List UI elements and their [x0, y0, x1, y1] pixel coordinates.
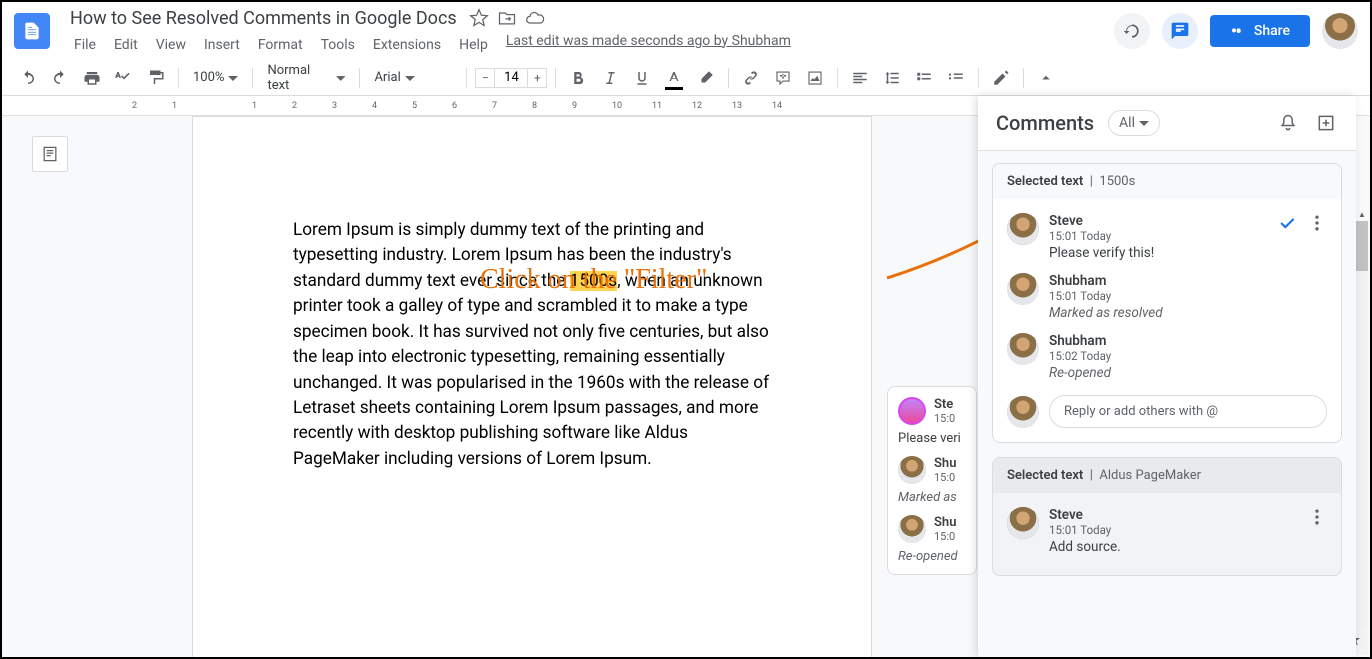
- insert-image-button[interactable]: [801, 64, 829, 92]
- comments-panel: Comments All Selected text | 1500sSteve1…: [978, 96, 1356, 657]
- menu-extensions[interactable]: Extensions: [365, 33, 449, 57]
- redo-button[interactable]: [46, 64, 74, 92]
- share-button[interactable]: Share: [1210, 15, 1310, 47]
- notifications-icon[interactable]: [1276, 111, 1300, 135]
- highlighted-text[interactable]: 1500s: [570, 271, 618, 291]
- star-icon[interactable]: [469, 8, 489, 28]
- floating-comment-thread[interactable]: Ste15:0 Please veri Shu15:0 Marked as Sh…: [887, 386, 977, 575]
- document-text[interactable]: Lorem Ipsum is simply dummy text of the …: [293, 217, 771, 471]
- thread-selected-text: Selected text | Aldus PageMaker: [993, 458, 1341, 493]
- editing-mode-button[interactable]: [987, 64, 1015, 92]
- undo-button[interactable]: [14, 64, 42, 92]
- text-color-button[interactable]: [660, 64, 688, 92]
- comment-text: Please verify this!: [1049, 245, 1267, 261]
- scrollbar-thumb[interactable]: [1356, 221, 1368, 271]
- spellcheck-button[interactable]: [110, 64, 138, 92]
- share-label: Share: [1254, 23, 1290, 39]
- comment-avatar: [1007, 273, 1039, 305]
- insert-comment-button[interactable]: [769, 64, 797, 92]
- comment-author: Steve: [1049, 507, 1297, 523]
- last-edit-link[interactable]: Last edit was made seconds ago by Shubha…: [506, 33, 791, 57]
- comment-time: 15:01 Today: [1049, 289, 1327, 303]
- document-page[interactable]: Lorem Ipsum is simply dummy text of the …: [192, 116, 872, 657]
- comment-author: Shubham: [1049, 273, 1327, 289]
- italic-button[interactable]: [596, 64, 624, 92]
- comment-item: Shubham15:01 Today Marked as resolved: [1007, 267, 1327, 327]
- main-area: 211234567891011121314 Lorem Ipsum is sim…: [2, 96, 1370, 657]
- comment-item: Steve15:01 Today Add source.: [1007, 501, 1327, 561]
- new-comment-icon[interactable]: [1314, 111, 1338, 135]
- bold-button[interactable]: [564, 64, 592, 92]
- insert-link-button[interactable]: [737, 64, 765, 92]
- menu-view[interactable]: View: [148, 33, 194, 57]
- comment-item: Steve15:01 Today Please verify this!: [1007, 207, 1327, 267]
- highlight-color-button[interactable]: [692, 64, 720, 92]
- comment-time: 15:01 Today: [1049, 523, 1297, 537]
- hide-menus-button[interactable]: [1032, 64, 1060, 92]
- document-outline-button[interactable]: [32, 136, 68, 172]
- toolbar: 100% Normal text Arial − 14 +: [2, 60, 1370, 96]
- comment-avatar: [1007, 213, 1039, 245]
- comment-time: 15:01 Today: [1049, 229, 1267, 243]
- checklist-button[interactable]: [910, 64, 938, 92]
- document-title[interactable]: How to See Resolved Comments in Google D…: [66, 6, 461, 31]
- title-area: How to See Resolved Comments in Google D…: [66, 6, 1114, 57]
- thread-selected-text: Selected text | 1500s: [993, 164, 1341, 199]
- comment-avatar: [1007, 333, 1039, 365]
- line-spacing-button[interactable]: [878, 64, 906, 92]
- reply-avatar: [1007, 396, 1039, 428]
- more-options-icon[interactable]: [1307, 507, 1327, 527]
- comment-author: Steve: [1049, 213, 1267, 229]
- align-button[interactable]: [846, 64, 874, 92]
- version-history-button[interactable]: [1114, 13, 1150, 49]
- comment-avatar: [1007, 507, 1039, 539]
- cloud-status-icon[interactable]: [525, 8, 545, 28]
- bulleted-list-button[interactable]: [942, 64, 970, 92]
- app-header: How to See Resolved Comments in Google D…: [2, 2, 1370, 60]
- paint-format-button[interactable]: [142, 64, 170, 92]
- font-size-increase[interactable]: +: [527, 68, 547, 88]
- comment-thread[interactable]: Selected text | Aldus PageMaker Steve15:0…: [992, 457, 1342, 576]
- comment-author: Shubham: [1049, 333, 1327, 349]
- comments-panel-title: Comments: [996, 111, 1094, 135]
- zoom-select[interactable]: 100%: [187, 68, 244, 87]
- comment-thread[interactable]: Selected text | 1500sSteve15:01 TodayPle…: [992, 163, 1342, 443]
- menu-insert[interactable]: Insert: [196, 33, 248, 57]
- styles-select[interactable]: Normal text: [261, 61, 351, 95]
- more-options-icon[interactable]: [1307, 213, 1327, 233]
- comment-text: Re-opened: [1049, 365, 1327, 381]
- underline-button[interactable]: [628, 64, 656, 92]
- comment-time: 15:02 Today: [1049, 349, 1327, 363]
- comment-item: Shubham15:02 Today Re-opened: [1007, 327, 1327, 387]
- comment-text: Marked as resolved: [1049, 305, 1327, 321]
- font-size-input[interactable]: 14: [495, 68, 527, 88]
- menu-tools[interactable]: Tools: [313, 33, 363, 57]
- vertical-scrollbar[interactable]: ▲ ▼: [1356, 221, 1368, 627]
- print-button[interactable]: [78, 64, 106, 92]
- resolve-icon[interactable]: [1277, 213, 1297, 233]
- comments-panel-body[interactable]: Selected text | 1500sSteve15:01 TodayPle…: [978, 151, 1356, 657]
- comments-button[interactable]: [1162, 13, 1198, 49]
- account-avatar[interactable]: [1322, 13, 1358, 49]
- comments-panel-header: Comments All: [978, 96, 1356, 151]
- menu-edit[interactable]: Edit: [106, 33, 146, 57]
- menu-help[interactable]: Help: [451, 33, 496, 57]
- docs-logo[interactable]: [14, 13, 50, 49]
- menu-bar: FileEditViewInsertFormatToolsExtensionsH…: [66, 33, 1114, 57]
- menu-file[interactable]: File: [66, 33, 104, 57]
- font-select[interactable]: Arial: [368, 68, 458, 87]
- menu-format[interactable]: Format: [250, 33, 311, 57]
- reply-input[interactable]: Reply or add others with @: [1049, 395, 1327, 428]
- comment-text: Add source.: [1049, 539, 1297, 555]
- font-size-decrease[interactable]: −: [475, 68, 495, 88]
- comments-filter-button[interactable]: All: [1108, 110, 1160, 136]
- move-icon[interactable]: [497, 8, 517, 28]
